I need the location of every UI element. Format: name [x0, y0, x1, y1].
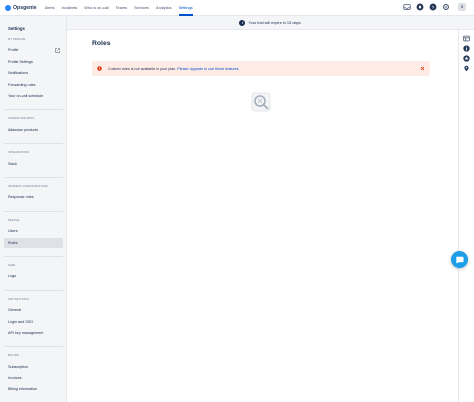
sidebar-item-forwarding-rules[interactable]: Forwarding rules — [4, 80, 63, 90]
sidebar-item-label: Atlassian products — [8, 128, 39, 132]
help-icon[interactable]: ? — [429, 3, 437, 11]
sidebar-item-billing-information[interactable]: Billing information — [4, 384, 63, 394]
location-pin-icon[interactable] — [462, 64, 470, 72]
sidebar-item-label: Invoices — [8, 376, 22, 380]
sidebar-item-label: Login and SSO — [8, 320, 34, 324]
sidebar-item-label: Response roles — [8, 195, 34, 199]
settings-icon[interactable] — [442, 3, 450, 11]
sidebar-divider — [4, 177, 63, 178]
nav-services[interactable]: Services — [134, 0, 149, 16]
section-connected-apps: CONNECTED APPS — [8, 117, 35, 120]
settings-sidebar: Settings MY PROFILE Profile Profile Sett… — [0, 16, 67, 402]
sidebar-item-label: Subscription — [8, 365, 29, 369]
sidebar-divider — [4, 290, 63, 291]
sidebar-item-label: General — [8, 308, 22, 312]
layout-icon[interactable] — [462, 34, 470, 42]
section-app-settings: APP SETTINGS — [8, 298, 29, 301]
info-icon[interactable] — [462, 44, 470, 52]
loading-spinner-icon — [251, 92, 271, 112]
sidebar-item-profile-settings[interactable]: Profile Settings — [4, 57, 63, 67]
bell-icon[interactable] — [416, 3, 424, 11]
sidebar-item-atlassian-products[interactable]: Atlassian products — [4, 125, 63, 135]
section-incident-configurations: INCIDENT CONFIGURATIONS — [8, 185, 48, 188]
nav-teams[interactable]: Teams — [116, 0, 127, 16]
sidebar-item-general[interactable]: General — [4, 305, 63, 315]
sidebar-item-label: API key management — [8, 331, 44, 335]
external-link-icon — [55, 47, 60, 53]
nav-analytics[interactable]: Analytics — [156, 0, 172, 16]
trial-banner: i Your trial will expire in 15 days. — [67, 16, 474, 30]
inbox-icon[interactable] — [403, 3, 411, 11]
page-title: Roles — [92, 40, 111, 47]
nav-links: Alerts Incidents Who is on-call Teams Se… — [45, 0, 200, 16]
sidebar-item-api-key-management[interactable]: API key management — [4, 328, 63, 338]
section-my-profile: MY PROFILE — [8, 38, 26, 41]
info-icon: i — [239, 19, 246, 26]
section-people: PEOPLE — [8, 219, 20, 222]
sidebar-item-label: Logs — [8, 274, 16, 278]
sidebar-divider — [4, 109, 63, 110]
sidebar-item-slack[interactable]: Slack — [4, 159, 63, 169]
close-icon[interactable] — [420, 66, 425, 71]
chat-button[interactable] — [451, 251, 468, 268]
nav-who-is-on-call[interactable]: Who is on-call — [84, 0, 108, 16]
right-rail — [458, 30, 474, 402]
sidebar-divider — [4, 256, 63, 257]
nav-actions: ? S — [398, 3, 466, 11]
sidebar-title: Settings — [8, 26, 25, 31]
sidebar-item-logs[interactable]: Logs — [4, 271, 63, 281]
trial-banner-text: Your trial will expire in 15 days. — [248, 20, 302, 25]
sidebar-item-label: Your on-call schedule — [8, 94, 44, 98]
sidebar-item-notifications[interactable]: Notifications — [4, 68, 63, 78]
sidebar-item-response-roles[interactable]: Response roles — [4, 192, 63, 202]
star-icon[interactable] — [462, 54, 470, 62]
sidebar-item-label: Roles — [8, 241, 18, 245]
sidebar-item-label: Profile Settings — [8, 60, 33, 64]
sidebar-divider — [4, 211, 63, 212]
sidebar-item-invoices[interactable]: Invoices — [4, 373, 63, 383]
sidebar-item-users[interactable]: Users — [4, 226, 63, 236]
nav-settings[interactable]: Settings — [178, 0, 193, 16]
nav-incidents[interactable]: Incidents — [62, 0, 78, 16]
chat-icon — [456, 256, 464, 264]
sidebar-item-subscription[interactable]: Subscription — [4, 362, 63, 372]
sidebar-item-label: Forwarding rules — [8, 83, 36, 87]
nav-alerts[interactable]: Alerts — [45, 0, 55, 16]
sidebar-item-login-and-sso[interactable]: Login and SSO — [4, 317, 63, 327]
sidebar-item-label: Users — [8, 229, 18, 233]
top-navigation: Opsgenie Alerts Incidents Who is on-call… — [0, 0, 474, 16]
sidebar-item-profile[interactable]: Profile — [4, 45, 63, 55]
main-content: Roles Custom roles is not available in y… — [67, 30, 458, 402]
brand-name: Opsgenie — [13, 4, 37, 11]
upgrade-link[interactable]: Please upgrade to use these features — [177, 67, 238, 71]
opsgenie-logo-icon — [5, 4, 11, 11]
sidebar-item-on-call-schedule[interactable]: Your on-call schedule — [4, 91, 63, 101]
sidebar-item-label: Slack — [8, 162, 18, 166]
section-saml: SAML — [8, 264, 16, 267]
opsgenie-logo[interactable]: Opsgenie — [5, 0, 37, 16]
section-integrations: INTEGRATIONS — [8, 151, 30, 154]
sidebar-divider — [4, 143, 63, 144]
alert-message: Custom roles is not available in your pl… — [108, 66, 177, 71]
upgrade-alert: Custom roles is not available in your pl… — [92, 61, 430, 76]
user-avatar[interactable]: S — [458, 3, 466, 11]
sidebar-item-label: Notifications — [8, 71, 29, 75]
sidebar-item-label: Billing information — [8, 387, 38, 391]
sidebar-item-roles[interactable]: Roles — [4, 238, 63, 248]
sidebar-item-label: Profile — [8, 48, 19, 52]
sidebar-divider — [4, 346, 63, 347]
section-billing: BILLING — [8, 354, 20, 357]
error-icon — [97, 66, 102, 71]
